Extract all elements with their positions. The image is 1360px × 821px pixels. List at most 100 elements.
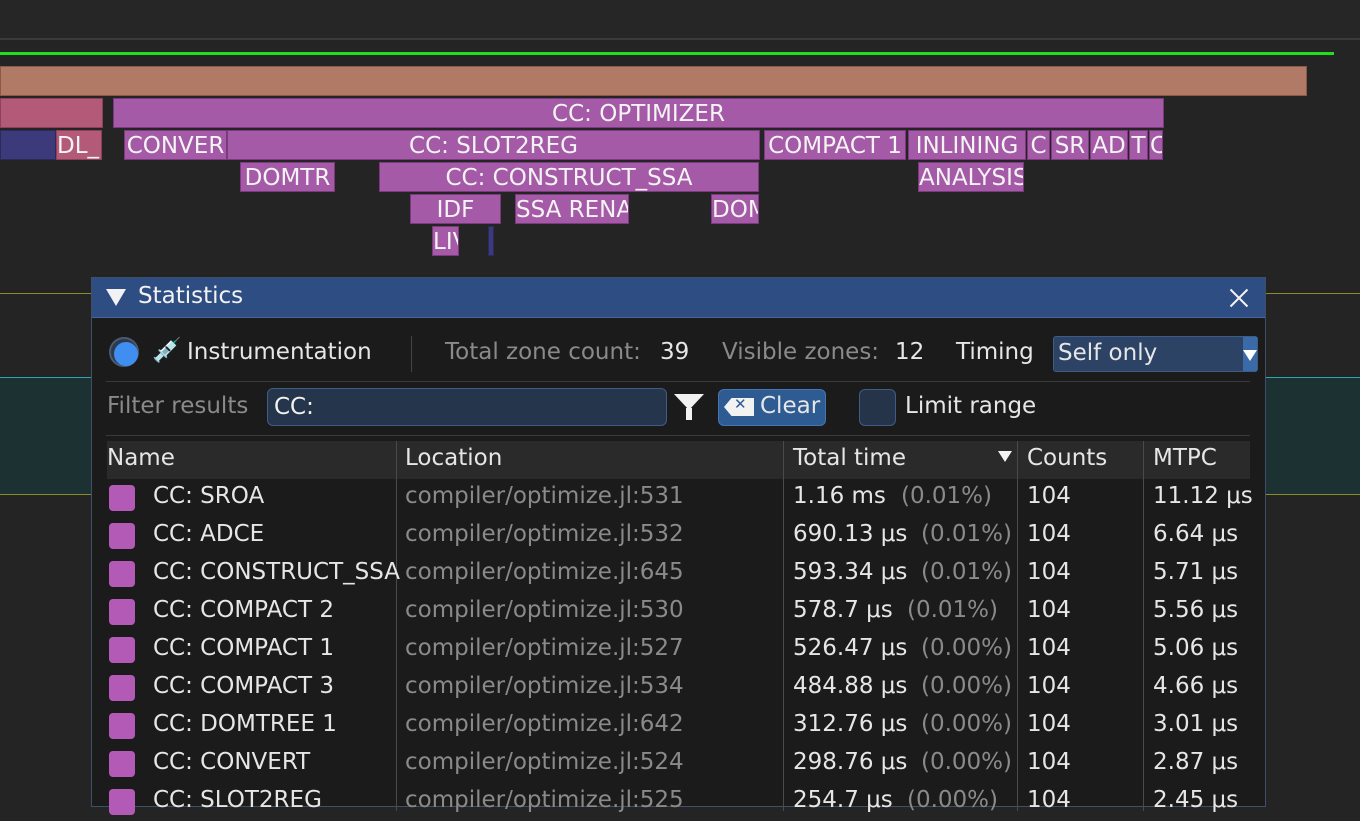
row-location: compiler/optimize.jl:534	[405, 673, 684, 699]
row-name: CC: COMPACT 2	[153, 597, 334, 623]
timeline-zone[interactable]: CC: CONSTRUCT_SSA	[379, 162, 759, 192]
mode-label[interactable]: Instrumentation	[187, 339, 372, 365]
table-row[interactable]: CC: COMPACT 2 compiler/optimize.jl:530 5…	[107, 593, 1250, 631]
table-row[interactable]: CC: CONVERT compiler/optimize.jl:524 298…	[107, 745, 1250, 783]
row-mtpc: 6.64 μs	[1153, 521, 1239, 547]
close-icon[interactable]	[1227, 286, 1251, 310]
table-row[interactable]: CC: COMPACT 3 compiler/optimize.jl:534 4…	[107, 669, 1250, 707]
window-titlebar[interactable]: Statistics	[92, 278, 1265, 318]
row-percent: (0.01%)	[921, 521, 1013, 547]
timeline-zone[interactable]: C	[1027, 130, 1050, 160]
timing-dropdown[interactable]: Self only	[1053, 336, 1258, 372]
zone-color-swatch	[109, 637, 135, 663]
toolbar-separator	[411, 336, 412, 372]
timeline-zone[interactable]	[0, 130, 56, 160]
row-location: compiler/optimize.jl:525	[405, 787, 684, 813]
row-mtpc: 5.71 μs	[1153, 559, 1239, 585]
row-percent: (0.01%)	[907, 597, 999, 623]
column-header-name[interactable]: Name	[107, 445, 175, 471]
row-name: CC: ADCE	[153, 521, 265, 547]
row-location: compiler/optimize.jl:645	[405, 559, 684, 585]
zone-color-swatch	[109, 751, 135, 777]
column-header-location[interactable]: Location	[405, 445, 502, 471]
timeline-zone[interactable]: SR	[1051, 130, 1089, 160]
row-percent: (0.00%)	[921, 711, 1013, 737]
column-header-total-time[interactable]: Total time	[793, 445, 906, 471]
table-row[interactable]: CC: SROA compiler/optimize.jl:531 1.16 m…	[107, 479, 1253, 517]
timeline-header	[0, 0, 1360, 40]
row-mtpc: 2.45 μs	[1153, 787, 1239, 813]
table-row[interactable]: CC: DOMTREE 1 compiler/optimize.jl:642 3…	[107, 707, 1250, 745]
row-counts: 104	[1027, 787, 1071, 813]
timeline-zone[interactable]	[488, 226, 494, 256]
row-mtpc: 3.01 μs	[1153, 711, 1239, 737]
timeline-zone[interactable]: DL_(	[56, 130, 102, 160]
chevron-down-icon[interactable]	[1243, 337, 1257, 371]
row-mtpc: 5.06 μs	[1153, 635, 1239, 661]
timeline-zone[interactable]: CC: OPTIMIZER	[113, 98, 1164, 128]
row-location: compiler/optimize.jl:642	[405, 711, 684, 737]
timeline-zone[interactable]: DOM	[711, 194, 759, 224]
row-counts: 104	[1027, 597, 1071, 623]
row-total-time: 1.16 ms	[793, 483, 886, 509]
row-mtpc: 4.66 μs	[1153, 673, 1239, 699]
timeline-zone[interactable]: DOMTR	[240, 162, 335, 192]
total-zone-value: 39	[660, 339, 690, 365]
filter-input[interactable]	[267, 388, 667, 426]
row-counts: 104	[1027, 521, 1071, 547]
timeline-zone[interactable]: COMPACT 1	[764, 130, 906, 160]
timeline-zone[interactable]: LIV	[432, 226, 459, 256]
row-mtpc: 5.56 μs	[1153, 597, 1239, 623]
sort-descending-icon	[998, 451, 1012, 462]
table-row[interactable]: CC: ADCE compiler/optimize.jl:532 690.13…	[107, 517, 1250, 555]
row-location: compiler/optimize.jl:530	[405, 597, 684, 623]
table-row[interactable]: CC: CONSTRUCT_SSA compiler/optimize.jl:6…	[107, 555, 1250, 593]
limit-range-checkbox[interactable]	[859, 389, 896, 426]
timeline-zone[interactable]: ANALYSIS	[918, 162, 1024, 192]
row-percent: (0.00%)	[907, 787, 999, 813]
statistics-window: Statistics 💉 Instrumentation Total zone …	[91, 277, 1266, 815]
row-counts: 104	[1027, 483, 1071, 509]
zone-color-swatch	[109, 561, 135, 587]
row-total-time: 298.76 μs	[793, 749, 908, 775]
row-total-time: 593.34 μs	[793, 559, 908, 585]
column-header-mtpc[interactable]: MTPC	[1153, 445, 1217, 471]
table-row[interactable]: CC: COMPACT 1 compiler/optimize.jl:527 5…	[107, 631, 1250, 669]
timeline-zone[interactable]: IDF	[410, 194, 501, 224]
clear-button[interactable]: Clear	[718, 389, 826, 426]
zone-color-swatch	[109, 789, 135, 815]
timeline-zone[interactable]: SSA RENA	[515, 194, 629, 224]
timeline-zone[interactable]: T	[1129, 130, 1148, 160]
collapse-triangle-icon[interactable]	[106, 289, 126, 306]
clear-button-label: Clear	[760, 393, 821, 419]
zone-color-swatch	[109, 523, 135, 549]
row-name: CC: DOMTREE 1	[153, 711, 337, 737]
window-title: Statistics	[138, 283, 244, 309]
timeline-zone[interactable]: C	[1149, 130, 1163, 160]
row-counts: 104	[1027, 635, 1071, 661]
table-row[interactable]: CC: SLOT2REG compiler/optimize.jl:525 25…	[107, 783, 1250, 821]
row-name: CC: SLOT2REG	[153, 787, 322, 813]
timeline-zone[interactable]: INLINING	[908, 130, 1026, 160]
zone-color-swatch	[109, 599, 135, 625]
row-counts: 104	[1027, 711, 1071, 737]
timeline-zone[interactable]	[0, 98, 103, 128]
row-name: CC: SROA	[153, 483, 265, 509]
backspace-icon	[724, 398, 754, 416]
divider	[106, 381, 1250, 382]
row-percent: (0.01%)	[921, 559, 1013, 585]
timeline-zone[interactable]: CONVER	[124, 130, 227, 160]
visible-zones-label: Visible zones:	[722, 339, 880, 365]
timeline-zone[interactable]: AD	[1090, 130, 1128, 160]
timeline-zone[interactable]: CC: SLOT2REG	[227, 130, 760, 160]
row-total-time: 690.13 μs	[793, 521, 908, 547]
column-header-counts[interactable]: Counts	[1027, 445, 1107, 471]
limit-range-label[interactable]: Limit range	[905, 393, 1036, 419]
row-counts: 104	[1027, 749, 1071, 775]
row-counts: 104	[1027, 559, 1071, 585]
divider	[106, 435, 1250, 436]
timing-value: Self only	[1058, 340, 1158, 366]
radio-selected-dot	[114, 342, 138, 366]
timeline-zone[interactable]	[0, 66, 1307, 96]
row-total-time: 254.7 μs	[793, 787, 893, 813]
